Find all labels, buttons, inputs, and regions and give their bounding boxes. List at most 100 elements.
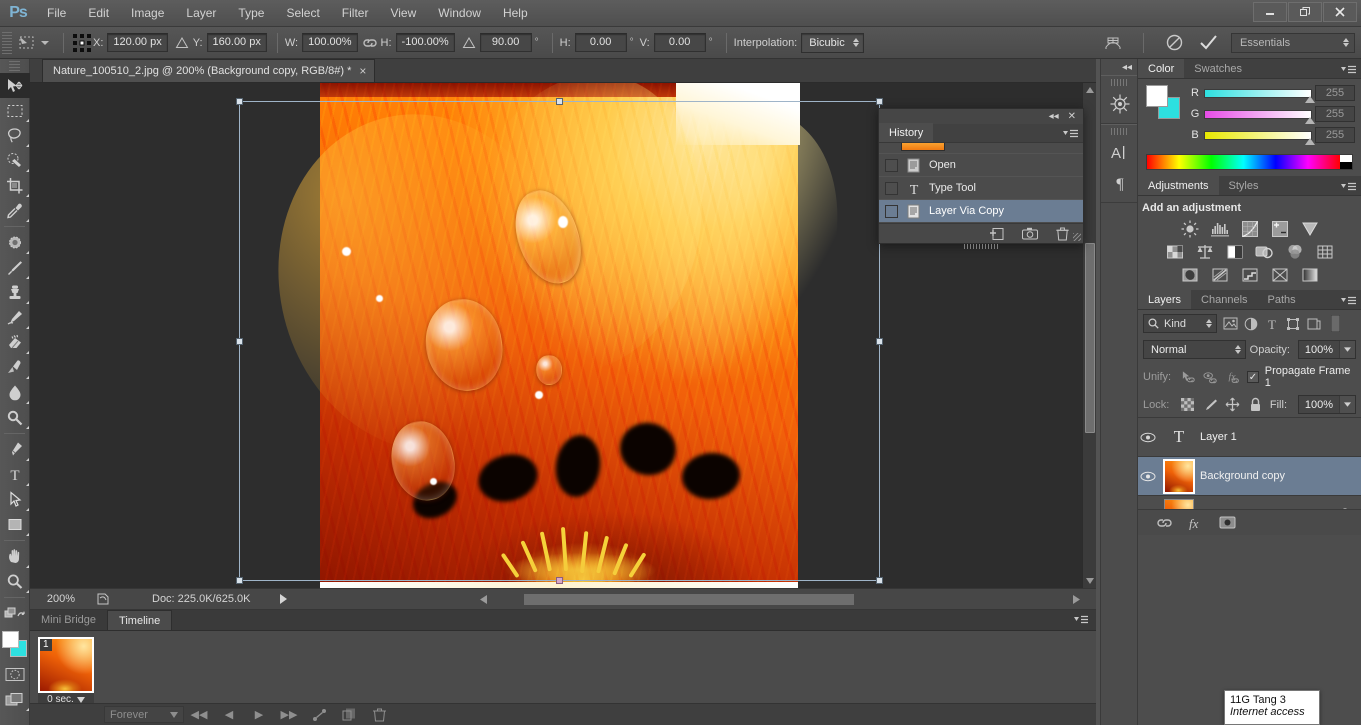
warp-icon[interactable]: [1102, 32, 1124, 54]
horizontal-scroll-thumb[interactable]: [524, 594, 854, 605]
opacity-field[interactable]: 100%: [1298, 340, 1356, 359]
clone-stamp-tool[interactable]: [0, 280, 30, 305]
black-white-icon[interactable]: [1225, 243, 1245, 261]
quick-selection-tool[interactable]: [0, 148, 30, 173]
tab-layers[interactable]: Layers: [1138, 290, 1192, 309]
layer-filter-toggle[interactable]: [1327, 315, 1343, 333]
loop-option-select[interactable]: Forever: [104, 706, 184, 723]
select-previous-frame-button[interactable]: ◀: [214, 705, 244, 725]
scroll-left-icon[interactable]: [480, 595, 488, 604]
history-collapse-icon[interactable]: ◂◂: [1049, 111, 1059, 122]
scroll-right-icon[interactable]: [1072, 595, 1080, 604]
pen-tool[interactable]: [0, 437, 30, 462]
layers-panel-menu-icon[interactable]: [1341, 296, 1356, 306]
menu-image[interactable]: Image: [120, 0, 175, 27]
tab-adjustments[interactable]: Adjustments: [1138, 176, 1219, 195]
vertical-scroll-thumb[interactable]: [1085, 243, 1095, 433]
history-snapshot-strip[interactable]: [879, 143, 1083, 153]
transform-handle-middle-right[interactable]: [876, 338, 883, 345]
blend-mode-select[interactable]: Normal: [1143, 340, 1246, 359]
menu-window[interactable]: Window: [427, 0, 492, 27]
levels-icon[interactable]: [1210, 220, 1230, 238]
eraser-tool[interactable]: [0, 330, 30, 355]
exposure-icon[interactable]: [1270, 220, 1290, 238]
history-state-type-tool[interactable]: T Type Tool: [879, 176, 1083, 199]
tab-color[interactable]: Color: [1138, 59, 1185, 78]
layer-visibility-icon[interactable]: [1140, 432, 1164, 443]
menu-help[interactable]: Help: [492, 0, 539, 27]
timeline-panel-menu-icon[interactable]: [1074, 615, 1096, 625]
tool-preset-chevron-down-icon[interactable]: [41, 40, 49, 45]
layer-thumbnail[interactable]: [1163, 458, 1195, 494]
threshold-icon[interactable]: [1240, 266, 1260, 284]
gradient-map-icon[interactable]: [1300, 266, 1320, 284]
transform-handle-middle-left[interactable]: [236, 338, 243, 345]
history-close-icon[interactable]: ✕: [1068, 111, 1076, 122]
transform-handle-bottom-right[interactable]: [876, 577, 883, 584]
unify-style-icon[interactable]: fx: [1225, 368, 1241, 386]
blue-slider-track[interactable]: [1204, 130, 1315, 145]
history-source-checkbox[interactable]: [885, 181, 898, 195]
lasso-tool[interactable]: [0, 123, 30, 148]
history-state-layer-via-copy[interactable]: Layer Via Copy: [879, 199, 1083, 222]
fill-field[interactable]: 100%: [1298, 395, 1356, 414]
document-tab-close-icon[interactable]: ×: [359, 65, 366, 77]
select-first-frame-button[interactable]: ◀◀: [184, 705, 214, 725]
menu-layer[interactable]: Layer: [175, 0, 227, 27]
spot-healing-brush-tool[interactable]: [0, 230, 30, 255]
filter-smart-object-icon[interactable]: [1306, 315, 1322, 333]
select-next-frame-button[interactable]: ▶▶: [274, 705, 304, 725]
restore-button[interactable]: [1288, 2, 1322, 22]
transform-handle-bottom-center[interactable]: [556, 577, 563, 584]
commit-transform-icon[interactable]: [1197, 32, 1219, 54]
zoom-level-field[interactable]: 200%: [30, 593, 92, 605]
history-state-open[interactable]: Open: [879, 153, 1083, 176]
new-snapshot-icon[interactable]: [1022, 227, 1038, 240]
animation-frames-list[interactable]: 1 0 sec.: [30, 631, 1096, 706]
hue-saturation-icon[interactable]: [1165, 243, 1185, 261]
tab-channels[interactable]: Channels: [1191, 290, 1257, 309]
tab-styles[interactable]: Styles: [1219, 176, 1269, 195]
tab-mini-bridge[interactable]: Mini Bridge: [30, 610, 107, 630]
skew-h-field[interactable]: 0.00: [574, 33, 627, 52]
height-field[interactable]: -100.00%: [395, 33, 455, 52]
document-tab[interactable]: Nature_100510_2.jpg @ 200% (Background c…: [42, 59, 376, 82]
rotation-field[interactable]: 90.00: [479, 33, 532, 52]
menu-view[interactable]: View: [379, 0, 427, 27]
vibrance-icon[interactable]: [1300, 220, 1320, 238]
propagate-frame-checkbox[interactable]: ✓: [1247, 371, 1259, 383]
color-balance-icon[interactable]: [1195, 243, 1215, 261]
transform-handle-top-left[interactable]: [236, 98, 243, 105]
spectrum-gradient[interactable]: [1147, 155, 1340, 169]
green-slider-track[interactable]: [1204, 109, 1315, 124]
layer-visibility-icon[interactable]: [1140, 471, 1164, 482]
canvas-horizontal-scrollbar[interactable]: [480, 594, 1080, 606]
layer-row-background-copy[interactable]: Background copy: [1138, 457, 1361, 496]
options-bar-grip[interactable]: [2, 31, 12, 54]
menu-type[interactable]: Type: [227, 0, 275, 27]
history-source-checkbox[interactable]: [885, 204, 898, 218]
move-transform-icon[interactable]: [16, 32, 38, 54]
adjustments-panel-menu-icon[interactable]: [1341, 182, 1356, 192]
interpolation-select[interactable]: Bicubic: [801, 32, 864, 53]
x-field[interactable]: 120.00 px: [107, 33, 168, 52]
layer-mask-icon[interactable]: [1219, 516, 1236, 529]
menu-file[interactable]: File: [36, 0, 77, 27]
green-value-field[interactable]: 255: [1315, 106, 1355, 122]
canvas-vertical-scrollbar[interactable]: [1082, 83, 1096, 588]
status-bar-menu-icon[interactable]: [272, 588, 294, 610]
color-lookup-icon[interactable]: [1315, 243, 1335, 261]
y-field[interactable]: 160.00 px: [206, 33, 267, 52]
frame-thumbnail[interactable]: 1: [38, 637, 94, 693]
menu-select[interactable]: Select: [275, 0, 330, 27]
red-value-field[interactable]: 255: [1315, 85, 1355, 101]
lock-image-pixels-icon[interactable]: [1203, 396, 1218, 414]
tools-panel-grip[interactable]: [9, 61, 20, 71]
crop-tool[interactable]: [0, 173, 30, 198]
green-slider-knob[interactable]: [1305, 116, 1315, 124]
dodge-tool[interactable]: [0, 405, 30, 430]
path-selection-tool[interactable]: [0, 487, 30, 512]
rectangle-tool[interactable]: [0, 512, 30, 537]
minimize-button[interactable]: [1253, 2, 1287, 22]
blue-value-field[interactable]: 255: [1315, 127, 1355, 143]
